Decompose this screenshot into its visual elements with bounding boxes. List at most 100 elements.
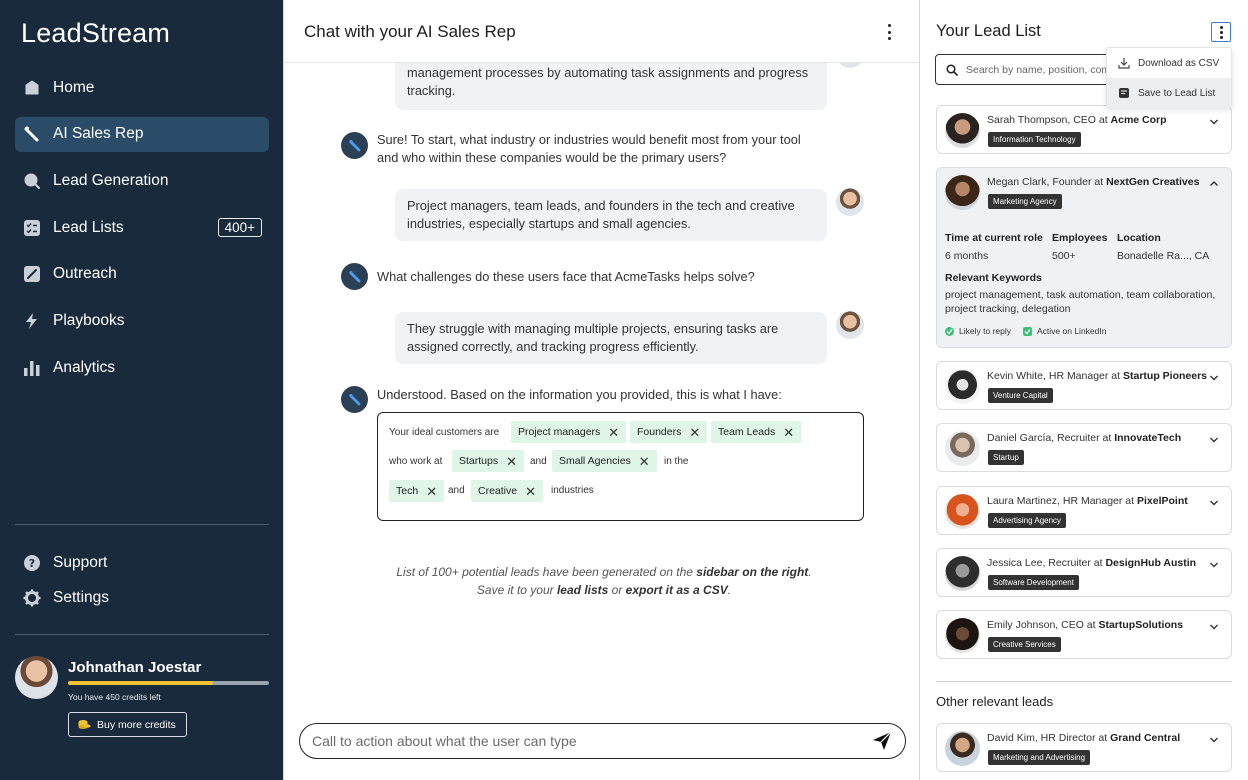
- lead-card[interactable]: Kevin White, HR Manager at Startup Pione…: [936, 361, 1232, 410]
- message-input[interactable]: [312, 730, 852, 752]
- lead-list-more-options-button[interactable]: [1211, 22, 1231, 42]
- sidebar-item-lead-lists[interactable]: Lead Lists 400+: [15, 210, 269, 245]
- employees-label: Employees: [1052, 232, 1108, 244]
- lead-avatar: [945, 731, 980, 766]
- checklist-icon: [23, 219, 41, 237]
- lead-title: Sarah Thompson, CEO at Acme Corp: [987, 114, 1167, 126]
- lead-avatar: [945, 556, 980, 591]
- lead-person: David Kim, HR Director at: [987, 732, 1111, 744]
- lead-card[interactable]: Laura Martinez, HR Manager at PixelPoint…: [936, 486, 1232, 535]
- role-chip[interactable]: Team Leads ✕: [711, 421, 802, 443]
- app-logo[interactable]: LeadStream: [21, 18, 170, 49]
- ai-message-text: Understood. Based on the information you…: [377, 387, 782, 402]
- message-composer: [299, 723, 906, 759]
- sidebar-nav: Home AI Sales Rep Lead Generation Lead L…: [15, 70, 269, 397]
- buy-credits-label: Buy more credits: [97, 718, 176, 731]
- status-label: Likely to reply: [959, 326, 1011, 336]
- lead-company: InnovateTech: [1114, 432, 1182, 444]
- lead-avatar: [945, 431, 980, 466]
- icp-industries-text: industries: [551, 485, 594, 496]
- company-type-chip[interactable]: Startups ✕: [452, 450, 525, 472]
- user-message-text: management processes by automating task …: [407, 65, 809, 98]
- sidebar-item-playbooks[interactable]: Playbooks: [15, 303, 269, 338]
- user-profile: Johnathan Joestar You have 450 credits l…: [15, 656, 269, 746]
- sidebar-item-label: Lead Generation: [53, 171, 169, 189]
- search-icon: [23, 172, 41, 190]
- remove-chip-icon[interactable]: ✕: [426, 485, 437, 498]
- remove-chip-icon[interactable]: ✕: [783, 426, 794, 439]
- lead-avatar: [945, 175, 980, 210]
- sidebar-item-analytics[interactable]: Analytics: [15, 350, 269, 385]
- icp-and-text: and: [530, 456, 547, 467]
- lead-card[interactable]: Sarah Thompson, CEO at Acme Corp Informa…: [936, 105, 1232, 154]
- chevron-down-icon[interactable]: [1209, 373, 1219, 383]
- keywords-label: Relevant Keywords: [945, 272, 1042, 284]
- industry-chip[interactable]: Creative ✕: [471, 480, 544, 502]
- note-text: .: [808, 565, 812, 579]
- lead-industry-tag: Venture Capital: [988, 388, 1053, 403]
- lead-avatar: [945, 494, 980, 529]
- sidebar-item-lead-generation[interactable]: Lead Generation: [15, 163, 269, 198]
- save-to-lead-list-menu-item[interactable]: Save to Lead List: [1107, 78, 1231, 108]
- note-text: .: [727, 583, 732, 597]
- lead-card-expanded[interactable]: Megan Clark, Founder at NextGen Creative…: [936, 167, 1232, 348]
- lead-industry-tag: Marketing and Advertising: [988, 750, 1091, 765]
- pen-icon: [23, 265, 41, 283]
- role-chip[interactable]: Founders ✕: [630, 421, 708, 443]
- chevron-down-icon[interactable]: [1209, 622, 1219, 632]
- sidebar-item-label: Analytics: [53, 358, 116, 376]
- send-icon[interactable]: [872, 731, 892, 751]
- lead-card[interactable]: Jessica Lee, Recruiter at DesignHub Aust…: [936, 548, 1232, 597]
- download-csv-menu-item[interactable]: Download as CSV: [1107, 48, 1231, 78]
- lead-card[interactable]: Emily Johnson, CEO at StartupSolutions C…: [936, 610, 1232, 659]
- chevron-down-icon[interactable]: [1209, 560, 1219, 570]
- ai-avatar: [341, 132, 368, 159]
- gear-icon: [23, 589, 41, 607]
- remove-chip-icon[interactable]: ✕: [608, 426, 619, 439]
- sidebar-item-label: Home: [53, 78, 95, 96]
- sidebar-item-outreach[interactable]: Outreach: [15, 257, 269, 292]
- sidebar-divider: [15, 524, 269, 525]
- remove-chip-icon[interactable]: ✕: [525, 485, 536, 498]
- user-message: They struggle with managing multiple pro…: [395, 312, 827, 364]
- lead-count-badge: 400+: [217, 218, 262, 238]
- lead-avatar: [945, 618, 980, 653]
- chevron-down-icon[interactable]: [1209, 735, 1219, 745]
- chip-label: Team Leads: [718, 426, 776, 438]
- lead-card[interactable]: David Kim, HR Director at Grand Central …: [936, 723, 1232, 772]
- chip-label: Tech: [396, 485, 419, 497]
- sidebar-item-support[interactable]: ? Support: [15, 549, 269, 577]
- lead-company: Grand Central: [1110, 732, 1181, 744]
- lead-title: Emily Johnson, CEO at StartupSolutions: [987, 619, 1183, 631]
- company-type-chip[interactable]: Small Agencies ✕: [552, 450, 657, 472]
- avatar[interactable]: [15, 656, 58, 699]
- chat-more-options-button[interactable]: [885, 22, 893, 42]
- sidebar-item-home[interactable]: Home: [15, 70, 269, 105]
- chip-label: Creative: [478, 485, 518, 497]
- lead-card[interactable]: Daniel García, Recruiter at InnovateTech…: [936, 423, 1232, 472]
- chevron-up-icon[interactable]: [1209, 179, 1219, 189]
- employees-value: 500+: [1052, 250, 1076, 262]
- lead-title: Megan Clark, Founder at NextGen Creative…: [987, 176, 1199, 188]
- time-at-role-label: Time at current role: [945, 232, 1043, 244]
- user-message-text: They struggle with managing multiple pro…: [407, 321, 779, 354]
- sidebar-item-ai-sales-rep[interactable]: AI Sales Rep: [15, 116, 269, 152]
- chevron-down-icon[interactable]: [1209, 435, 1219, 445]
- chevron-down-icon[interactable]: [1209, 498, 1219, 508]
- remove-chip-icon[interactable]: ✕: [689, 426, 700, 439]
- remove-chip-icon[interactable]: ✕: [506, 455, 517, 468]
- lead-list-title: Your Lead List: [936, 22, 1041, 40]
- icp-in-the-text: in the: [664, 456, 689, 467]
- role-chip[interactable]: Project managers ✕: [511, 421, 627, 443]
- lead-company: StartupSolutions: [1098, 619, 1184, 631]
- support-label: Support: [53, 554, 108, 571]
- chevron-down-icon[interactable]: [1209, 117, 1219, 127]
- sidebar-item-settings[interactable]: Settings: [15, 584, 269, 612]
- lead-company: DesignHub Austin: [1105, 557, 1197, 569]
- industry-chip[interactable]: Tech ✕: [389, 480, 445, 502]
- chat-title: Chat with your AI Sales Rep: [304, 22, 516, 41]
- remove-chip-icon[interactable]: ✕: [639, 455, 650, 468]
- sidebar-item-label: Lead Lists: [53, 218, 124, 236]
- lead-person: Kevin White, HR Manager at: [987, 370, 1123, 382]
- buy-credits-button[interactable]: Buy more credits: [68, 712, 187, 737]
